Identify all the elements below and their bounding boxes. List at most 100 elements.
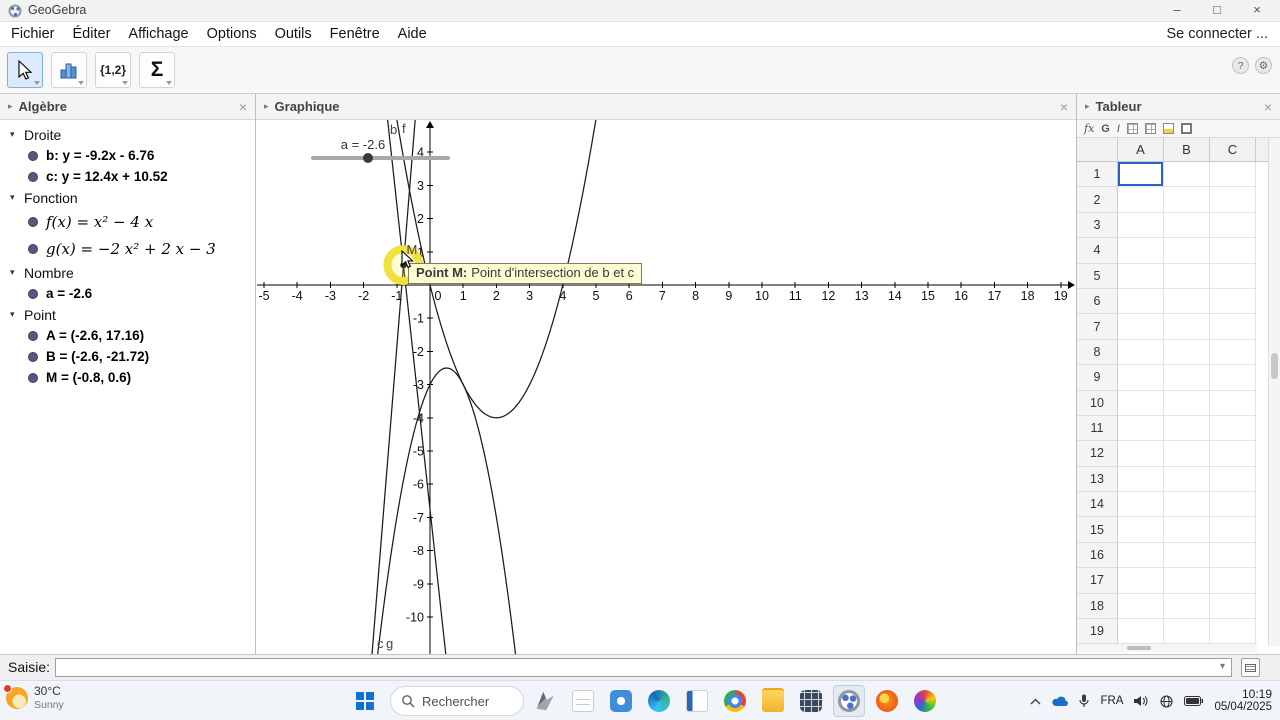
maximize-button[interactable]: □ xyxy=(1200,0,1234,22)
graph-area[interactable]: -5 -4 -3 -2 -1 1 2 3 4 5 6 7 8 9 10 11 12 13 14 15 16 17 18 19-… xyxy=(256,120,1076,654)
network-globe-icon[interactable] xyxy=(1160,694,1173,708)
ss-column-header-A[interactable]: A xyxy=(1118,138,1164,162)
ss-row-header-8[interactable]: 8 xyxy=(1077,339,1118,366)
ss-row-header-1[interactable]: 1 xyxy=(1077,162,1118,188)
menu-item-4[interactable]: Outils xyxy=(266,22,321,47)
ss-row-header-9[interactable]: 9 xyxy=(1077,365,1118,391)
ss-cell-A3[interactable] xyxy=(1118,212,1164,239)
ss-cell-C6[interactable] xyxy=(1210,288,1256,315)
sign-in-link[interactable]: Se connecter ... xyxy=(1166,22,1268,47)
collapse-icon[interactable]: ▸ xyxy=(1085,101,1090,112)
ss-cell-B18[interactable] xyxy=(1164,593,1210,620)
ss-cell-C14[interactable] xyxy=(1210,492,1256,518)
menu-item-1[interactable]: Éditer xyxy=(64,22,120,47)
borders-icon[interactable] xyxy=(1180,123,1192,134)
tool-sum-button[interactable]: Σ xyxy=(139,52,175,88)
taskbar-geogebra-icon[interactable] xyxy=(833,685,865,717)
algebra-item[interactable]: b: y = -9.2x - 6.76 xyxy=(0,145,255,166)
taskbar-writer-icon[interactable] xyxy=(567,685,599,717)
ss-row-header-19[interactable]: 19 xyxy=(1077,619,1118,645)
ss-row-header-12[interactable]: 12 xyxy=(1077,441,1118,467)
spreadsheet-horizontal-scrollbar[interactable] xyxy=(1077,644,1257,652)
ss-cell-C4[interactable] xyxy=(1210,238,1256,264)
taskbar-explorer-icon[interactable] xyxy=(757,685,789,717)
ss-row-header-3[interactable]: 3 xyxy=(1077,212,1118,239)
ss-cell-A8[interactable] xyxy=(1118,339,1164,366)
ss-cell-B13[interactable] xyxy=(1164,466,1210,493)
weather-widget[interactable]: 30°C Sunny xyxy=(3,683,64,711)
tool-dropdown-caret-icon[interactable] xyxy=(122,81,128,85)
onedrive-cloud-icon[interactable] xyxy=(1052,696,1069,707)
ss-cell-B7[interactable] xyxy=(1164,314,1210,340)
taskbar-store-icon[interactable] xyxy=(605,685,637,717)
ss-cell-B19[interactable] xyxy=(1164,619,1210,645)
graphics-close-icon[interactable]: × xyxy=(1060,99,1068,115)
ss-cell-C11[interactable] xyxy=(1210,415,1256,442)
ss-cell-C7[interactable] xyxy=(1210,314,1256,340)
tool-dropdown-caret-icon[interactable] xyxy=(166,81,172,85)
input-history-caret-icon[interactable]: ▾ xyxy=(1220,661,1225,672)
start-button[interactable] xyxy=(352,688,378,714)
taskbar-pointer-icon[interactable] xyxy=(529,685,561,717)
algebra-item[interactable]: B = (-2.6, -21.72) xyxy=(0,346,255,367)
ss-cell-C8[interactable] xyxy=(1210,339,1256,366)
ss-cell-A15[interactable] xyxy=(1118,517,1164,543)
ss-row-header-4[interactable]: 4 xyxy=(1077,238,1118,264)
menu-item-6[interactable]: Aide xyxy=(389,22,436,47)
ss-cell-A18[interactable] xyxy=(1118,593,1164,620)
scrollbar-thumb[interactable] xyxy=(1271,353,1278,379)
algebra-group-droite[interactable]: ▾ Droite xyxy=(0,124,255,145)
taskbar-clock[interactable]: 10:19 05/04/2025 xyxy=(1214,687,1272,715)
tool-analysis-button[interactable] xyxy=(51,52,87,88)
tool-dropdown-caret-icon[interactable] xyxy=(78,81,84,85)
algebra-item[interactable]: c: y = 12.4x + 10.52 xyxy=(0,166,255,187)
curve-g[interactable] xyxy=(256,367,1076,654)
ss-cell-C10[interactable] xyxy=(1210,390,1256,416)
slider-a-knob[interactable] xyxy=(363,153,373,163)
ss-cell-C1[interactable] xyxy=(1210,162,1256,188)
ss-cell-B6[interactable] xyxy=(1164,288,1210,315)
bold-button[interactable]: G xyxy=(1101,123,1110,135)
ss-cell-A1[interactable] xyxy=(1118,162,1164,188)
algebra-group-fonction[interactable]: ▾ Fonction xyxy=(0,187,255,208)
saisie-input[interactable]: ▾ xyxy=(55,658,1232,677)
ss-column-header-B[interactable]: B xyxy=(1164,138,1210,162)
ss-cell-A4[interactable] xyxy=(1118,238,1164,264)
visibility-marble-icon[interactable] xyxy=(28,330,38,341)
algebra-item[interactable]: a = -2.6 xyxy=(0,283,255,304)
grid-style-icon[interactable] xyxy=(1126,123,1138,134)
minimize-button[interactable]: – xyxy=(1160,0,1194,22)
settings-button[interactable]: ⚙ xyxy=(1255,57,1272,74)
ss-cell-B5[interactable] xyxy=(1164,263,1210,289)
visibility-marble-icon[interactable] xyxy=(28,171,38,182)
help-button[interactable]: ? xyxy=(1232,57,1249,74)
tool-list-button[interactable]: {1,2} xyxy=(95,52,131,88)
ss-cell-C12[interactable] xyxy=(1210,441,1256,467)
ss-cell-C3[interactable] xyxy=(1210,212,1256,239)
ss-row-header-10[interactable]: 10 xyxy=(1077,390,1118,416)
ss-cell-B3[interactable] xyxy=(1164,212,1210,239)
ss-cell-A7[interactable] xyxy=(1118,314,1164,340)
ss-cell-A5[interactable] xyxy=(1118,263,1164,289)
microphone-icon[interactable] xyxy=(1079,694,1090,708)
group-collapse-icon[interactable]: ▾ xyxy=(10,129,24,140)
taskbar-search[interactable]: Rechercher xyxy=(390,686,524,716)
ss-row-header-6[interactable]: 6 xyxy=(1077,288,1118,315)
visibility-marble-icon[interactable] xyxy=(28,351,38,362)
algebra-close-icon[interactable]: × xyxy=(239,99,247,115)
menu-item-0[interactable]: Fichier xyxy=(2,22,64,47)
table-options-icon[interactable] xyxy=(1144,123,1156,134)
ss-row-header-11[interactable]: 11 xyxy=(1077,415,1118,442)
visibility-marble-icon[interactable] xyxy=(28,288,38,299)
visibility-marble-icon[interactable] xyxy=(28,216,38,227)
algebra-item[interactable]: f(x) = x² − 4 x xyxy=(0,208,255,235)
ss-row-header-14[interactable]: 14 xyxy=(1077,492,1118,518)
ss-cell-A12[interactable] xyxy=(1118,441,1164,467)
scrollbar-thumb[interactable] xyxy=(1127,646,1151,650)
group-collapse-icon[interactable]: ▾ xyxy=(10,267,24,278)
ss-cell-C17[interactable] xyxy=(1210,568,1256,594)
algebra-item[interactable]: g(x) = −2 x² + 2 x − 3 xyxy=(0,235,255,262)
ss-row-header-18[interactable]: 18 xyxy=(1077,593,1118,620)
curve-f[interactable] xyxy=(256,120,1076,419)
ss-cell-A10[interactable] xyxy=(1118,390,1164,416)
